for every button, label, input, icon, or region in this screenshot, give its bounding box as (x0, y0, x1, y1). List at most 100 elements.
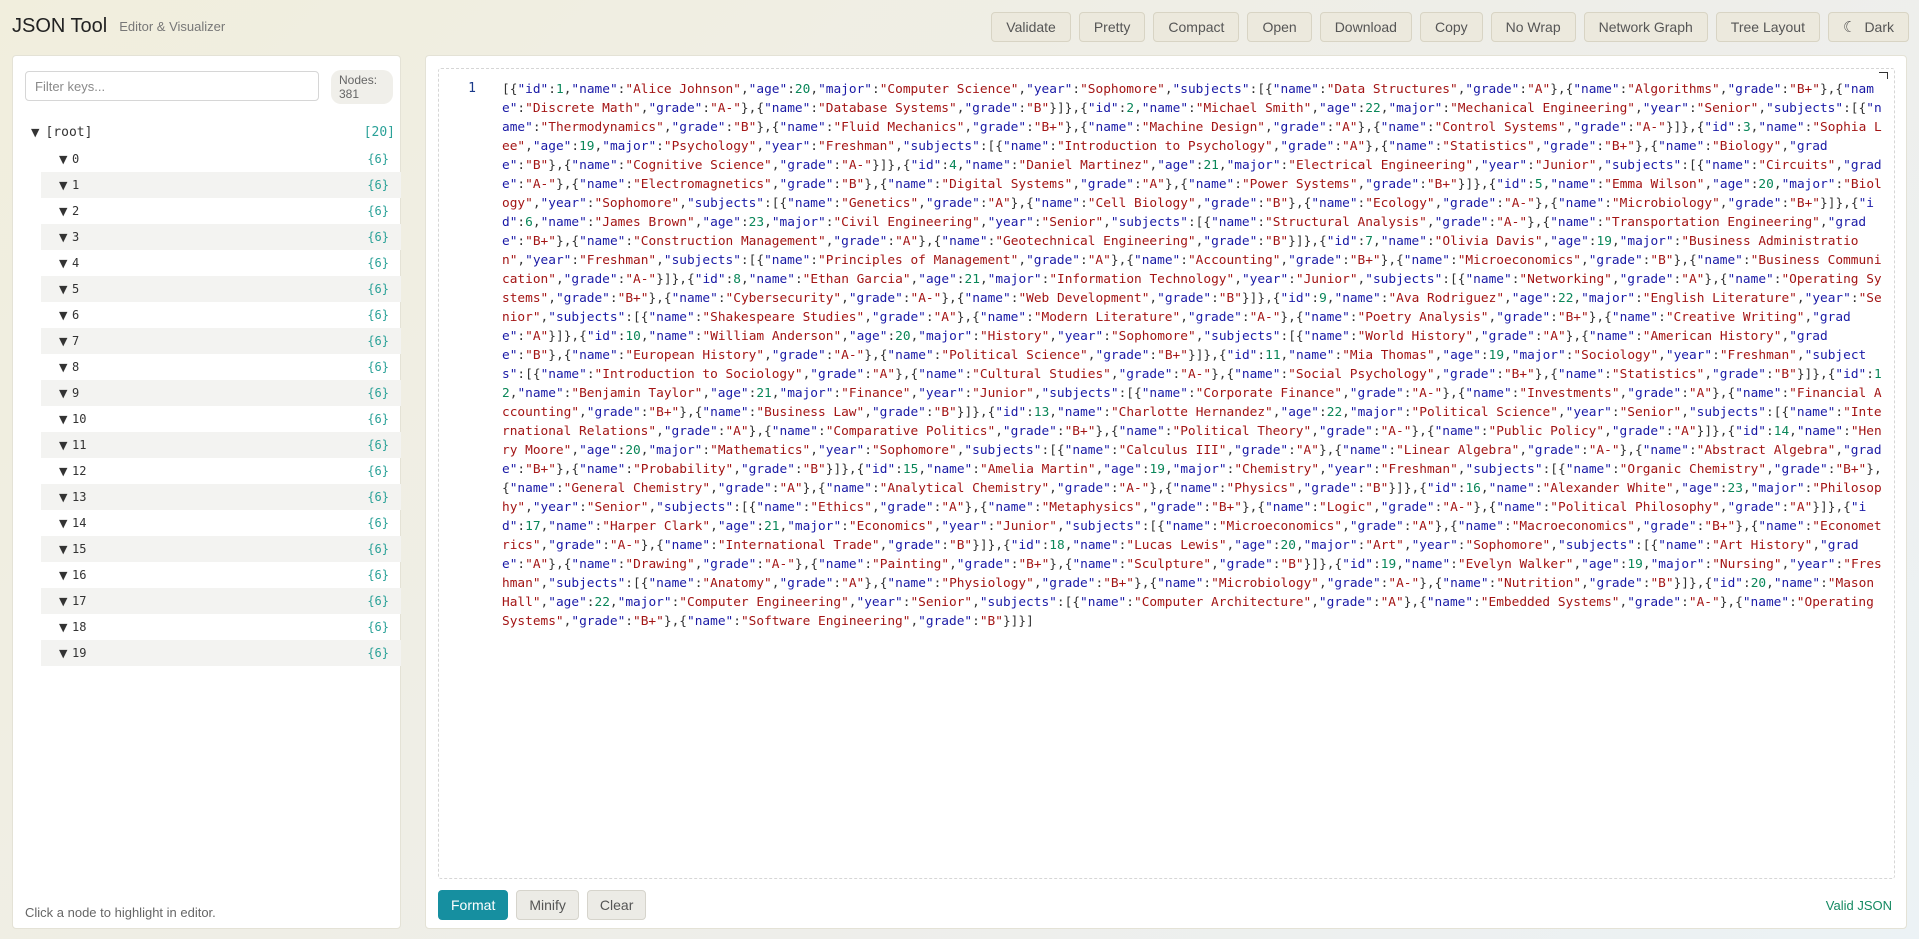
tree-node[interactable]: ▼ 1 {6} (41, 172, 401, 198)
expand-triangle-icon[interactable]: ▼ (59, 569, 67, 582)
expand-triangle-icon[interactable]: ▼ (59, 543, 67, 556)
tree-root-node[interactable]: ▼ [root] [20] (31, 120, 395, 144)
expand-triangle-icon[interactable]: ▼ (59, 595, 67, 608)
validation-status: Valid JSON (1825, 898, 1892, 913)
pretty-button[interactable]: Pretty (1078, 12, 1146, 42)
tree-node-count: {6} (367, 230, 389, 244)
expand-triangle-icon[interactable]: ▼ (59, 465, 67, 478)
tree-node-key: 0 (72, 152, 80, 166)
expand-triangle-icon[interactable]: ▼ (59, 153, 67, 166)
tree-node-count: {6} (367, 360, 389, 374)
tree-node-count: {6} (367, 568, 389, 582)
tree-node-key: 5 (72, 282, 80, 296)
tree-node[interactable]: ▼ 8 {6} (41, 354, 401, 380)
tree-node[interactable]: ▼ 9 {6} (41, 380, 401, 406)
compact-button[interactable]: Compact (1153, 12, 1240, 42)
tree-node[interactable]: ▼ 15 {6} (41, 536, 401, 562)
tree-node-key: 14 (72, 516, 87, 530)
expand-triangle-icon[interactable]: ▼ (59, 439, 67, 452)
expand-triangle-icon[interactable]: ▼ (59, 257, 67, 270)
tree-node[interactable]: ▼ 12 {6} (41, 458, 401, 484)
copy-label: Copy (1434, 19, 1468, 35)
tree-node-count: {6} (367, 282, 389, 296)
expand-triangle-icon[interactable]: ▼ (59, 413, 67, 426)
tree-node[interactable]: ▼ 5 {6} (41, 276, 401, 302)
tree-node-key: 7 (72, 334, 80, 348)
download-button[interactable]: Download (1319, 12, 1412, 42)
tree-node[interactable]: ▼ 3 {6} (41, 224, 401, 250)
expand-triangle-icon[interactable]: ▼ (59, 491, 67, 504)
tree-layout-button[interactable]: Tree Layout (1715, 12, 1820, 42)
tree-node[interactable]: ▼ 17 {6} (41, 588, 401, 614)
tree-layout-label: Tree Layout (1730, 19, 1805, 35)
tree-node[interactable]: ▼ 4 {6} (41, 250, 401, 276)
tree-node-key: 12 (72, 464, 87, 478)
tree-node[interactable]: ▼ 19 {6} (41, 640, 401, 666)
expand-triangle-icon[interactable]: ▼ (59, 335, 67, 348)
tree-node-count: {6} (367, 412, 389, 426)
tree-node[interactable]: ▼ 11 {6} (41, 432, 401, 458)
format-button[interactable]: Format (438, 890, 509, 920)
expand-triangle-icon[interactable]: ▼ (59, 361, 67, 374)
tree-node[interactable]: ▼ 16 {6} (41, 562, 401, 588)
tree-node-count: {6} (367, 308, 389, 322)
line-number: 1 (468, 81, 476, 96)
network-graph-button[interactable]: Network Graph (1583, 12, 1708, 42)
expand-triangle-icon[interactable]: ▼ (59, 517, 67, 530)
scroll-corner-icon (1879, 72, 1888, 79)
moon-icon: ☾ (1842, 19, 1857, 36)
app-header: JSON Tool Editor & Visualizer Validate Pr… (0, 0, 1919, 52)
tree-root-count: [20] (363, 124, 395, 140)
no-wrap-label: No Wrap (1505, 19, 1561, 35)
pretty-label: Pretty (1093, 19, 1131, 35)
open-label: Open (1262, 19, 1297, 35)
tree-node-key: 18 (72, 620, 87, 634)
validate-label: Validate (1006, 19, 1056, 35)
tree-node[interactable]: ▼ 10 {6} (41, 406, 401, 432)
nodes-count-badge: Nodes: 381 (331, 70, 393, 104)
clear-button[interactable]: Clear (586, 890, 647, 920)
tree-node[interactable]: ▼ 6 {6} (41, 302, 401, 328)
tree-node-key: 19 (72, 646, 87, 660)
expand-triangle-icon[interactable]: ▼ (59, 205, 67, 218)
minify-button[interactable]: Minify (516, 890, 579, 920)
tree-node-key: 2 (72, 204, 80, 218)
tree-node-key: 15 (72, 542, 87, 556)
no-wrap-button[interactable]: No Wrap (1490, 12, 1576, 42)
open-button[interactable]: Open (1247, 12, 1312, 42)
expand-triangle-icon[interactable]: ▼ (31, 126, 39, 139)
json-editor[interactable]: 1 [{"id":1,"name":"Alice Johnson","age":… (438, 68, 1895, 879)
app-subtitle: Editor & Visualizer (119, 18, 226, 34)
tree-node[interactable]: ▼ 13 {6} (41, 484, 401, 510)
json-code[interactable]: [{"id":1,"name":"Alice Johnson","age":20… (502, 80, 1882, 631)
expand-triangle-icon[interactable]: ▼ (59, 621, 67, 634)
tree-node-key: 3 (72, 230, 80, 244)
expand-triangle-icon[interactable]: ▼ (59, 179, 67, 192)
expand-triangle-icon[interactable]: ▼ (59, 309, 67, 322)
sidebar-hint: Click a node to highlight in editor. (25, 905, 216, 920)
tree-node-count: {6} (367, 464, 389, 478)
expand-triangle-icon[interactable]: ▼ (59, 647, 67, 660)
expand-triangle-icon[interactable]: ▼ (59, 283, 67, 296)
tree-node[interactable]: ▼ 0 {6} (41, 146, 401, 172)
tree-node-key: 4 (72, 256, 80, 270)
compact-label: Compact (1168, 19, 1225, 35)
tree-node-key: 17 (72, 594, 87, 608)
tree-node[interactable]: ▼ 14 {6} (41, 510, 401, 536)
expand-triangle-icon[interactable]: ▼ (59, 387, 67, 400)
tree-node[interactable]: ▼ 2 {6} (41, 198, 401, 224)
tree-node-count: {6} (367, 386, 389, 400)
nodes-count: 381 (339, 87, 360, 101)
expand-triangle-icon[interactable]: ▼ (59, 231, 67, 244)
tree-node-count: {6} (367, 542, 389, 556)
tree-node-key: 9 (72, 386, 80, 400)
tree-node[interactable]: ▼ 18 {6} (41, 614, 401, 640)
tree-node[interactable]: ▼ 7 {6} (41, 328, 401, 354)
dark-mode-label: Dark (1864, 19, 1894, 35)
validate-button[interactable]: Validate (991, 12, 1071, 42)
tree-node-count: {6} (367, 620, 389, 634)
copy-button[interactable]: Copy (1419, 12, 1483, 42)
dark-mode-button[interactable]: ☾ Dark (1827, 12, 1909, 42)
app-title: JSON Tool (12, 14, 108, 37)
filter-keys-input[interactable] (25, 71, 319, 101)
